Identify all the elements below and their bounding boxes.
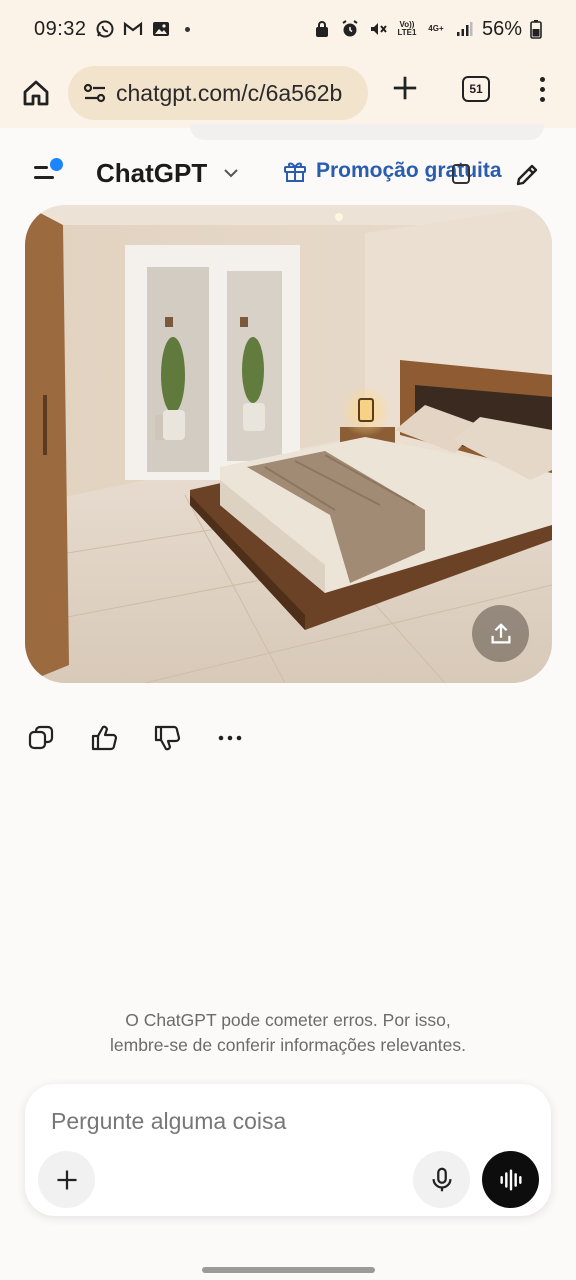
home-icon[interactable] <box>16 73 56 113</box>
sidebar-menu-icon[interactable] <box>30 158 66 188</box>
share-icon <box>490 623 511 644</box>
dictate-button[interactable] <box>413 1151 470 1208</box>
status-time: 09:32 <box>34 17 87 40</box>
composer <box>25 1084 551 1216</box>
status-bar-left: 09:32 <box>34 18 190 41</box>
add-attachment-button[interactable] <box>38 1151 95 1208</box>
thumbs-up-icon[interactable] <box>87 721 121 755</box>
url-bar[interactable]: chatgpt.com/c/6a562b <box>68 66 368 120</box>
model-selector[interactable]: ChatGPT <box>96 158 207 189</box>
gmail-icon <box>123 19 143 39</box>
previous-message-bubble <box>190 124 544 140</box>
microphone-icon <box>431 1167 452 1191</box>
edit-icon[interactable] <box>512 160 542 190</box>
battery-percent: 56% <box>481 17 522 40</box>
gallery-icon <box>151 19 171 39</box>
thumbs-down-icon[interactable] <box>150 721 184 755</box>
more-horizontal-icon[interactable] <box>213 721 247 755</box>
volte-indicator: Vo)) LTE1 <box>397 20 417 37</box>
message-actions <box>24 720 276 756</box>
more-icon[interactable] <box>532 72 552 106</box>
new-tab-icon[interactable] <box>388 71 422 105</box>
status-bar-right: Vo)) LTE1 4G+ 56% <box>312 18 542 41</box>
share-image-button[interactable] <box>472 605 529 662</box>
chat-header: ChatGPT Promoção gratuita <box>0 146 576 202</box>
copy-icon[interactable] <box>24 721 58 755</box>
gesture-bar[interactable] <box>202 1267 375 1273</box>
temporary-chat-icon[interactable] <box>452 164 470 184</box>
site-settings-icon[interactable] <box>82 80 108 106</box>
mute-icon <box>368 19 388 39</box>
signal-icon <box>454 19 474 39</box>
lock-icon <box>312 19 332 39</box>
network-type: 4G+ <box>428 24 444 33</box>
disclaimer-line-1: O ChatGPT pode cometer erros. Por isso, <box>125 1010 451 1030</box>
whatsapp-icon <box>95 19 115 39</box>
notification-dot <box>50 158 63 171</box>
voice-mode-icon <box>499 1168 522 1191</box>
disclaimer: O ChatGPT pode cometer erros. Por isso, … <box>0 1008 576 1058</box>
notification-dot <box>184 26 190 32</box>
chevron-down-icon[interactable] <box>222 164 240 182</box>
prompt-input[interactable] <box>51 1104 521 1138</box>
tab-count: 51 <box>469 82 483 96</box>
plus-icon <box>56 1169 77 1190</box>
generated-image[interactable] <box>25 205 552 683</box>
gift-icon <box>284 162 306 182</box>
battery-icon <box>530 19 542 39</box>
voice-mode-button[interactable] <box>482 1151 539 1208</box>
status-bar: 09:32 Vo)) LTE1 4G+ 56% <box>0 0 576 58</box>
promo-label: Promoção gratuita <box>316 159 502 182</box>
url-text: chatgpt.com/c/6a562b <box>116 79 343 106</box>
alarm-icon <box>340 19 360 39</box>
browser-toolbar: chatgpt.com/c/6a562b 51 <box>0 58 576 128</box>
tabs-icon[interactable]: 51 <box>462 76 490 102</box>
disclaimer-line-2: lembre-se de conferir informações releva… <box>110 1035 466 1055</box>
